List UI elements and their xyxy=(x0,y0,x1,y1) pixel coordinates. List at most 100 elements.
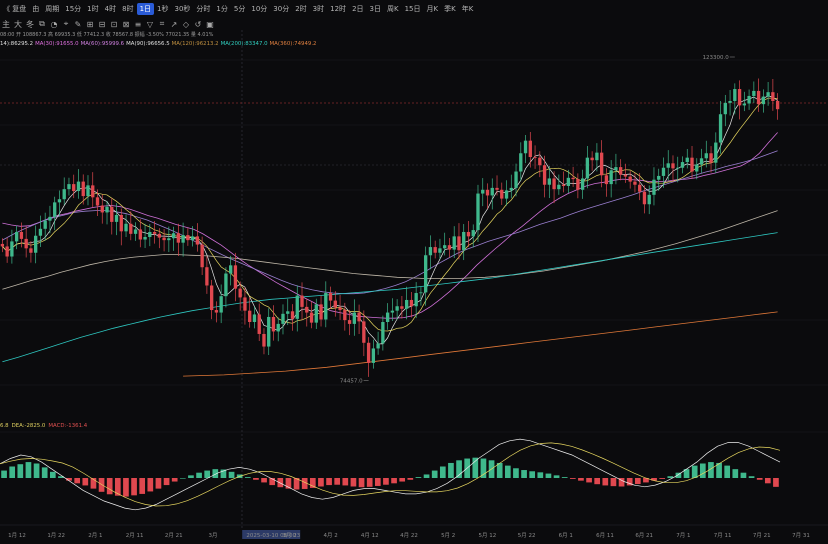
candle-body xyxy=(447,245,452,250)
candle-body xyxy=(138,229,142,240)
candle-body xyxy=(91,185,95,198)
candle-body xyxy=(114,214,119,222)
candle-body xyxy=(229,265,233,274)
x-tick-label: 6月 21 xyxy=(635,532,653,539)
macd-bar xyxy=(399,478,406,482)
candle-body xyxy=(347,320,352,324)
macd-bar xyxy=(82,478,89,486)
candle-body xyxy=(661,167,666,176)
price-chart[interactable]: 123300.0 74457.0 1月 12 1月 22 2月 1 2月 11 2月 21 3… xyxy=(0,0,828,544)
candle-body xyxy=(452,236,456,250)
macd-bar xyxy=(1,470,7,478)
macd-bar xyxy=(513,468,519,478)
candle-body xyxy=(143,237,147,240)
macd-bar xyxy=(594,478,601,485)
macd-bar xyxy=(49,471,56,478)
candle-body xyxy=(300,295,304,307)
macd-dif-line xyxy=(0,438,781,511)
candle-body xyxy=(257,314,261,334)
macd-bar xyxy=(699,463,706,478)
macd-bar xyxy=(748,476,755,478)
candle-body xyxy=(685,157,689,163)
macd-bar xyxy=(9,466,16,478)
candle-body xyxy=(476,193,480,231)
macd-bar xyxy=(17,464,24,478)
macd-bar xyxy=(163,478,170,486)
candle-body xyxy=(723,102,727,115)
candle-body xyxy=(671,163,675,169)
macd-bar xyxy=(334,478,341,485)
candle-body xyxy=(81,181,85,197)
candle-body xyxy=(24,238,28,249)
candle-body xyxy=(633,181,637,185)
x-tick-label: 2月 1 xyxy=(88,532,102,539)
macd-bar xyxy=(448,462,454,478)
candle-body xyxy=(38,228,43,236)
macd-bar xyxy=(350,478,357,487)
candle-body xyxy=(504,190,509,199)
candle-body xyxy=(152,231,157,234)
ma-line xyxy=(2,232,778,363)
candle-body xyxy=(775,101,780,110)
macd-bar xyxy=(41,467,48,478)
candle-body xyxy=(771,92,775,101)
macd-bar xyxy=(724,465,731,478)
candle-body xyxy=(162,237,166,241)
candle-body xyxy=(148,231,152,237)
candle-body xyxy=(248,310,252,322)
candle-body xyxy=(286,311,290,314)
short-ma-line xyxy=(2,95,778,345)
candle-body xyxy=(271,316,276,332)
candle-body xyxy=(438,248,442,253)
candle-body xyxy=(733,89,737,101)
candle-body xyxy=(181,235,185,243)
candle-body xyxy=(647,194,651,205)
candle-body xyxy=(414,293,418,307)
candle-body xyxy=(523,140,528,154)
candle-body xyxy=(619,167,623,175)
candle-body xyxy=(485,189,490,196)
x-tick-label: 3月 23 xyxy=(283,532,301,539)
candle-body xyxy=(628,176,632,182)
candle-body xyxy=(86,185,90,197)
macd-bar xyxy=(326,478,332,486)
candle-body xyxy=(728,101,732,103)
candle-body xyxy=(699,158,704,165)
candle-body xyxy=(599,152,604,176)
candle-body xyxy=(314,304,318,323)
price-annotation: 74457.0 xyxy=(340,379,363,385)
candle-body xyxy=(424,255,428,293)
candle-body xyxy=(566,177,571,186)
candle-body xyxy=(43,220,47,229)
candle-body xyxy=(53,202,57,217)
candle-body xyxy=(124,223,128,232)
candle-body xyxy=(62,189,66,200)
macd-bar xyxy=(74,478,81,484)
x-tick-label: 6月 1 xyxy=(559,532,573,539)
candle-body xyxy=(528,140,532,158)
ma-line xyxy=(2,132,778,319)
candle-body xyxy=(281,313,285,324)
candle-body xyxy=(10,241,14,257)
macd-bar xyxy=(521,470,527,478)
candle-body xyxy=(533,157,537,158)
candle-body xyxy=(756,90,761,105)
candle-body xyxy=(0,243,5,247)
candle-body xyxy=(214,310,219,313)
candle-body xyxy=(471,230,475,237)
macd-bar xyxy=(480,458,487,478)
macd-bar xyxy=(374,478,381,486)
candle-body xyxy=(462,231,466,251)
macd-bar xyxy=(659,478,666,479)
candle-body xyxy=(233,265,238,289)
candle-body xyxy=(519,153,523,172)
macd-bar xyxy=(179,478,186,479)
candle-body xyxy=(761,96,766,105)
x-tick-label: 6月 11 xyxy=(596,532,614,539)
macd-bar xyxy=(773,478,779,487)
candle-body xyxy=(666,163,670,168)
price-annotation: 123300.0 xyxy=(703,55,730,61)
candle-body xyxy=(609,170,613,185)
macd-bar xyxy=(228,471,235,478)
candle-body xyxy=(276,323,280,332)
